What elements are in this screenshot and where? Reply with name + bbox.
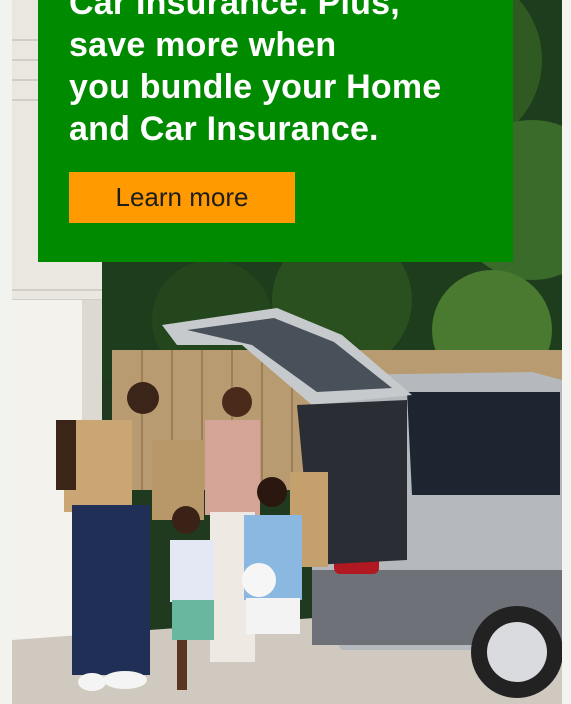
- headline-line: and Car Insurance.: [69, 110, 379, 148]
- promo-panel: Car Insurance. Plus, save more when you …: [38, 0, 513, 262]
- headline-line: Car Insurance. Plus,: [69, 0, 400, 22]
- page-margin: [562, 0, 571, 704]
- headline-line: you bundle your Home: [69, 68, 442, 106]
- promo-headline: Car Insurance. Plus, save more when you …: [69, 0, 499, 150]
- learn-more-button[interactable]: Learn more: [69, 172, 295, 223]
- headline-line: save more when: [69, 26, 337, 64]
